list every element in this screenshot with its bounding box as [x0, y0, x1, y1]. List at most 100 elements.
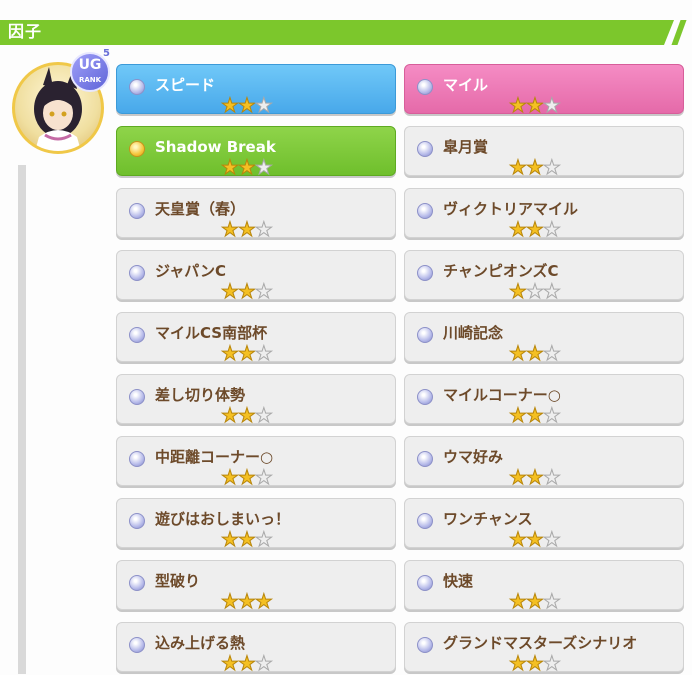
star-empty-icon: ★ — [542, 217, 561, 241]
star-filled-icon: ★ — [525, 341, 544, 365]
star-empty-icon: ★ — [542, 465, 561, 489]
factor-card[interactable]: Shadow Break ★★★ — [116, 126, 396, 179]
star-filled-icon: ★ — [237, 217, 256, 241]
factor-star-rating: ★★★ — [221, 651, 274, 675]
star-filled-icon: ★ — [237, 403, 256, 427]
rank-sub-label: RANK — [78, 76, 102, 84]
star-filled-icon: ★ — [509, 93, 528, 117]
factor-card[interactable]: グランドマスターズシナリオ ★★★ — [404, 622, 684, 675]
star-filled-icon: ★ — [525, 527, 544, 551]
factor-orb-icon — [417, 141, 433, 157]
star-filled-icon: ★ — [237, 341, 256, 365]
factor-card[interactable]: ジャパンC ★★★ — [116, 250, 396, 303]
star-filled-icon: ★ — [509, 279, 528, 303]
star-filled-icon: ★ — [509, 341, 528, 365]
star-filled-icon: ★ — [509, 651, 528, 675]
factor-orb-icon — [417, 637, 433, 653]
factor-card[interactable]: 中距離コーナー○ ★★★ — [116, 436, 396, 489]
factor-card[interactable]: 快速 ★★★ — [404, 560, 684, 613]
factor-star-rating: ★★★ — [509, 279, 562, 303]
factor-card[interactable]: マイルCS南部杯 ★★★ — [116, 312, 396, 365]
star-empty-icon: ★ — [542, 155, 561, 179]
star-empty-icon: ★ — [525, 279, 544, 303]
star-filled-icon: ★ — [237, 527, 256, 551]
factor-orb-icon — [129, 141, 145, 157]
star-filled-icon: ★ — [237, 279, 256, 303]
star-filled-icon: ★ — [221, 279, 240, 303]
star-filled-icon: ★ — [525, 155, 544, 179]
factor-star-rating: ★★★ — [509, 465, 562, 489]
factor-orb-icon — [417, 327, 433, 343]
factor-label: スピード — [155, 76, 216, 94]
star-empty-icon: ★ — [254, 651, 273, 675]
star-empty-icon: ★ — [254, 465, 273, 489]
factor-star-rating: ★★★ — [221, 403, 274, 427]
factor-card[interactable]: 込み上げる熱 ★★★ — [116, 622, 396, 675]
factor-card[interactable]: 天皇賞（春） ★★★ — [116, 188, 396, 241]
star-filled-icon: ★ — [509, 403, 528, 427]
star-empty-icon: ★ — [254, 155, 273, 179]
factor-star-rating: ★★★ — [509, 93, 562, 117]
factor-card[interactable]: 遊びはおしまいっ！ ★★★ — [116, 498, 396, 551]
section-header: 因子 — [0, 20, 692, 45]
factor-orb-icon — [129, 203, 145, 219]
section-title: 因子 — [8, 22, 43, 41]
star-filled-icon: ★ — [221, 589, 240, 613]
star-filled-icon: ★ — [525, 93, 544, 117]
star-filled-icon: ★ — [525, 589, 544, 613]
star-filled-icon: ★ — [237, 589, 256, 613]
factor-star-rating: ★★★ — [221, 527, 274, 551]
factor-card[interactable]: チャンピオンズC ★★★ — [404, 250, 684, 303]
star-filled-icon: ★ — [221, 651, 240, 675]
star-filled-icon: ★ — [509, 217, 528, 241]
star-filled-icon: ★ — [509, 589, 528, 613]
star-empty-icon: ★ — [542, 589, 561, 613]
star-empty-icon: ★ — [254, 279, 273, 303]
factor-card[interactable]: 皐月賞 ★★★ — [404, 126, 684, 179]
star-empty-icon: ★ — [542, 93, 561, 117]
star-empty-icon: ★ — [542, 651, 561, 675]
star-filled-icon: ★ — [509, 527, 528, 551]
star-filled-icon: ★ — [509, 465, 528, 489]
star-empty-icon: ★ — [542, 341, 561, 365]
factor-label: ウマ好み — [443, 448, 504, 466]
star-filled-icon: ★ — [221, 217, 240, 241]
star-filled-icon: ★ — [254, 589, 273, 613]
star-filled-icon: ★ — [237, 93, 256, 117]
factor-star-rating: ★★★ — [509, 651, 562, 675]
factor-star-rating: ★★★ — [221, 93, 274, 117]
star-filled-icon: ★ — [525, 217, 544, 241]
factor-card[interactable]: マイルコーナー○ ★★★ — [404, 374, 684, 427]
star-empty-icon: ★ — [542, 403, 561, 427]
factor-card[interactable]: ワンチャンス ★★★ — [404, 498, 684, 551]
factor-orb-icon — [417, 265, 433, 281]
factor-orb-icon — [417, 575, 433, 591]
factor-card[interactable]: ヴィクトリアマイル ★★★ — [404, 188, 684, 241]
factor-orb-icon — [129, 451, 145, 467]
star-filled-icon: ★ — [525, 403, 544, 427]
star-filled-icon: ★ — [237, 651, 256, 675]
character-avatar-group[interactable]: UG RANK 5 — [12, 48, 110, 160]
factor-label: 皐月賞 — [443, 138, 489, 156]
star-empty-icon: ★ — [254, 93, 273, 117]
factor-card[interactable]: マイル ★★★ — [404, 64, 684, 117]
factor-star-rating: ★★★ — [221, 155, 274, 179]
factor-label: ジャパンC — [155, 262, 227, 280]
factor-card[interactable]: ウマ好み ★★★ — [404, 436, 684, 489]
factor-card[interactable]: スピード ★★★ — [116, 64, 396, 117]
star-filled-icon: ★ — [221, 465, 240, 489]
factor-orb-icon — [129, 79, 145, 95]
star-filled-icon: ★ — [221, 341, 240, 365]
star-empty-icon: ★ — [254, 527, 273, 551]
factor-card[interactable]: 川崎記念 ★★★ — [404, 312, 684, 365]
star-empty-icon: ★ — [254, 403, 273, 427]
rank-level: 5 — [103, 48, 110, 59]
factor-star-rating: ★★★ — [509, 155, 562, 179]
star-filled-icon: ★ — [221, 93, 240, 117]
factor-card[interactable]: 差し切り体勢 ★★★ — [116, 374, 396, 427]
star-filled-icon: ★ — [221, 155, 240, 179]
factor-star-rating: ★★★ — [221, 589, 274, 613]
factor-label: マイル — [443, 76, 489, 94]
factor-orb-icon — [417, 451, 433, 467]
factor-card[interactable]: 型破り ★★★ — [116, 560, 396, 613]
